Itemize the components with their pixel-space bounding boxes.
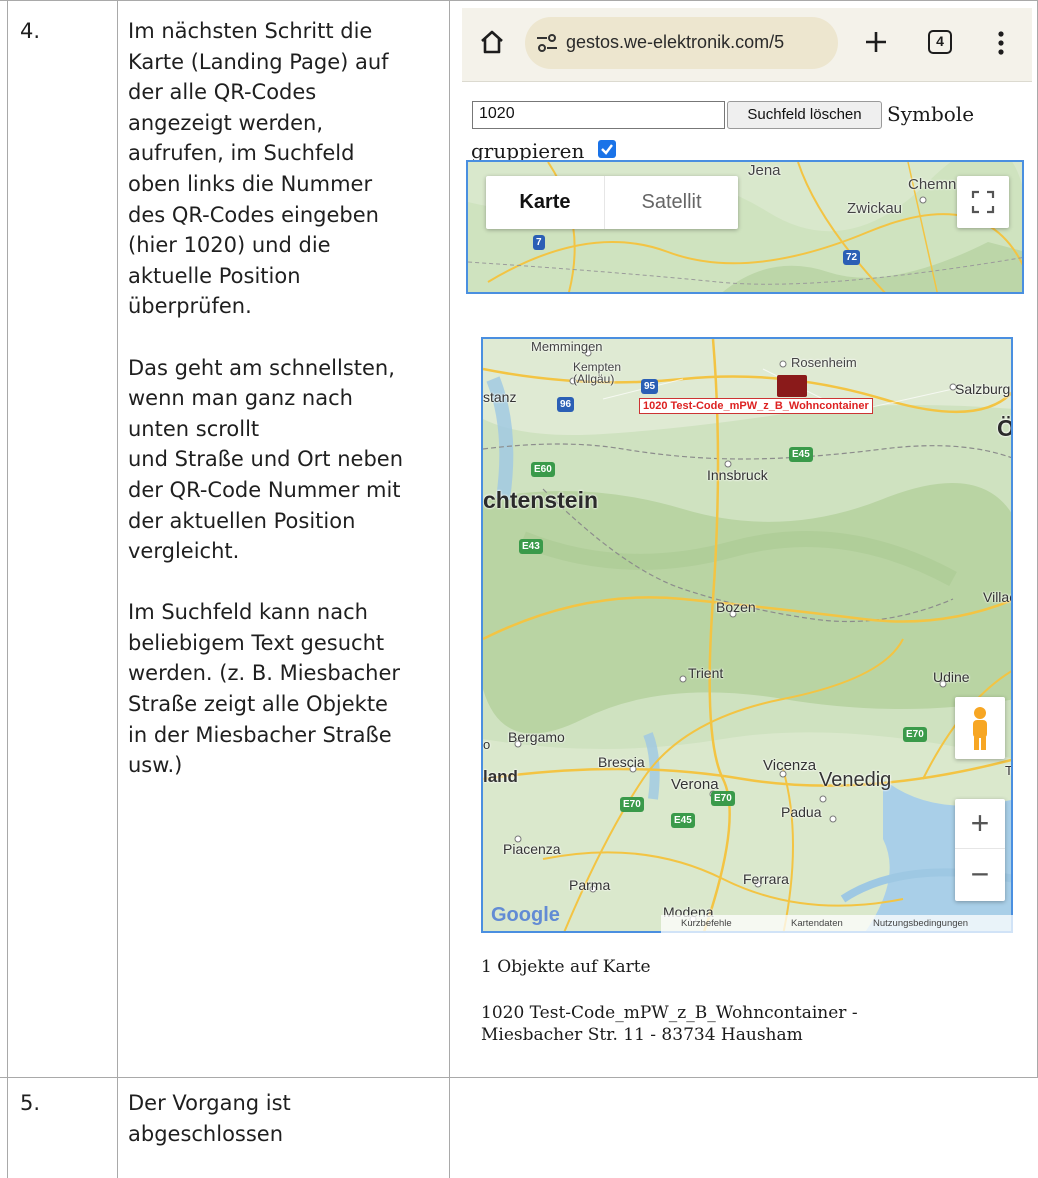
map-city-label: T: [1005, 763, 1013, 778]
map-city-label: Villac: [983, 589, 1013, 605]
step-number: 5.: [20, 1091, 41, 1115]
map-city-label: o: [483, 737, 491, 752]
map-marker-icon[interactable]: [777, 375, 807, 397]
tab-count: 4: [936, 33, 944, 49]
map-city-label: Verona: [671, 776, 719, 793]
map-marker-label[interactable]: 1020 Test-Code_mPW_z_B_Wohncontainer: [639, 398, 873, 414]
fullscreen-icon: [971, 190, 995, 214]
zoom-in-button[interactable]: +: [955, 799, 1005, 849]
road-shield: 72: [843, 250, 861, 265]
table-left-border: [7, 0, 8, 1178]
plus-icon[interactable]: [862, 28, 890, 56]
map-city-label: Bozen: [716, 599, 756, 615]
keyboard-shortcuts-link[interactable]: Kurzbefehle: [681, 915, 732, 933]
road-shield: E70: [620, 797, 644, 812]
zoom-out-button[interactable]: −: [955, 850, 1005, 900]
map-city-label: Parma: [569, 877, 611, 893]
map-city-label: Trient: [688, 665, 724, 681]
more-vert-icon[interactable]: [996, 30, 1006, 56]
road-shield: E45: [671, 813, 695, 828]
group-symbols-label: Symbole: [887, 102, 975, 126]
table-row-divider: [0, 1077, 1038, 1078]
zoom-control: + −: [955, 799, 1005, 901]
map-city-label: Bergamo: [508, 729, 565, 745]
road-shield: 7: [533, 235, 545, 250]
map-city-label: Salzburg: [955, 381, 1011, 397]
road-shield: E70: [903, 727, 927, 742]
map-city-label: stanz: [483, 389, 517, 405]
map-main[interactable]: Memmingen Kempten (Allgäu) Rosenheim Sal…: [481, 337, 1013, 933]
map-country-label: chtenstein: [483, 487, 599, 513]
road-shield: E70: [711, 791, 735, 806]
site-settings-icon[interactable]: [535, 32, 559, 58]
result-entry-line2[interactable]: Miesbacher Str. 11 - 83734 Hausham: [481, 1025, 803, 1045]
map-city-label: Rosenheim: [791, 355, 857, 370]
road-shield: E43: [519, 539, 543, 554]
map-data-link[interactable]: Kartendaten: [791, 915, 843, 933]
pegman-icon: [973, 707, 987, 750]
map-city-label: Udine: [933, 669, 970, 685]
road-shield: 96: [557, 397, 575, 412]
road-shield: E60: [531, 462, 555, 477]
tab-switcher-icon[interactable]: 4: [928, 30, 952, 54]
map-city-label: Brescia: [598, 754, 645, 770]
step-description: Im nächsten Schritt die Karte (Landing P…: [128, 19, 403, 778]
map-city-label: Kempten (Allgäu): [573, 360, 622, 386]
step-number: 4.: [20, 19, 41, 43]
map-city-label: Memmingen: [531, 339, 603, 354]
result-entry-line1[interactable]: 1020 Test-Code_mPW_z_B_Wohncontainer -: [481, 1003, 858, 1023]
map-attribution: Kurzbefehle Kartendaten Nutzungsbedingun…: [661, 915, 1013, 933]
map-city-label: Ferrara: [743, 871, 789, 887]
map-city-label: Padua: [781, 804, 822, 820]
fullscreen-button[interactable]: [957, 176, 1009, 228]
home-icon[interactable]: [478, 28, 506, 56]
table-col-divider-2: [449, 0, 450, 1178]
road-shield: 95: [641, 379, 659, 394]
map-city-label: Innsbruck: [707, 467, 768, 483]
map-city-label: land: [483, 767, 518, 786]
map-country-label: Ö: [997, 415, 1011, 442]
check-icon: [601, 144, 613, 155]
search-input[interactable]: 1020: [472, 101, 725, 129]
google-logo: Google: [491, 904, 560, 926]
road-shield: E45: [789, 447, 813, 462]
results-count: 1 Objekte auf Karte: [481, 957, 651, 977]
table-top-border: [0, 0, 1038, 1]
map-label: Chemnit: [908, 176, 964, 193]
map-type-control: Karte Satellit: [486, 176, 738, 229]
map-type-map-button[interactable]: Karte: [486, 176, 604, 229]
map-city-label: Venedig: [819, 769, 892, 791]
map-label: Zwickau: [847, 200, 903, 217]
url-text: gestos.we-elektronik.com/5: [566, 32, 785, 52]
map-label: Jena: [748, 162, 781, 179]
step-description: Der Vorgang ist abgeschlossen: [128, 1091, 291, 1146]
street-view-button[interactable]: [955, 697, 1005, 759]
address-bar[interactable]: gestos.we-elektronik.com/5: [525, 17, 838, 69]
terms-link[interactable]: Nutzungsbedingungen: [873, 915, 968, 933]
map-city-label: Piacenza: [503, 841, 561, 857]
clear-search-button[interactable]: Suchfeld löschen: [727, 101, 882, 129]
map-type-satellite-button[interactable]: Satellit: [604, 176, 738, 229]
group-symbols-checkbox[interactable]: [598, 140, 616, 158]
table-col-divider-1: [117, 0, 118, 1178]
map-city-label: Vicenza: [763, 757, 817, 774]
